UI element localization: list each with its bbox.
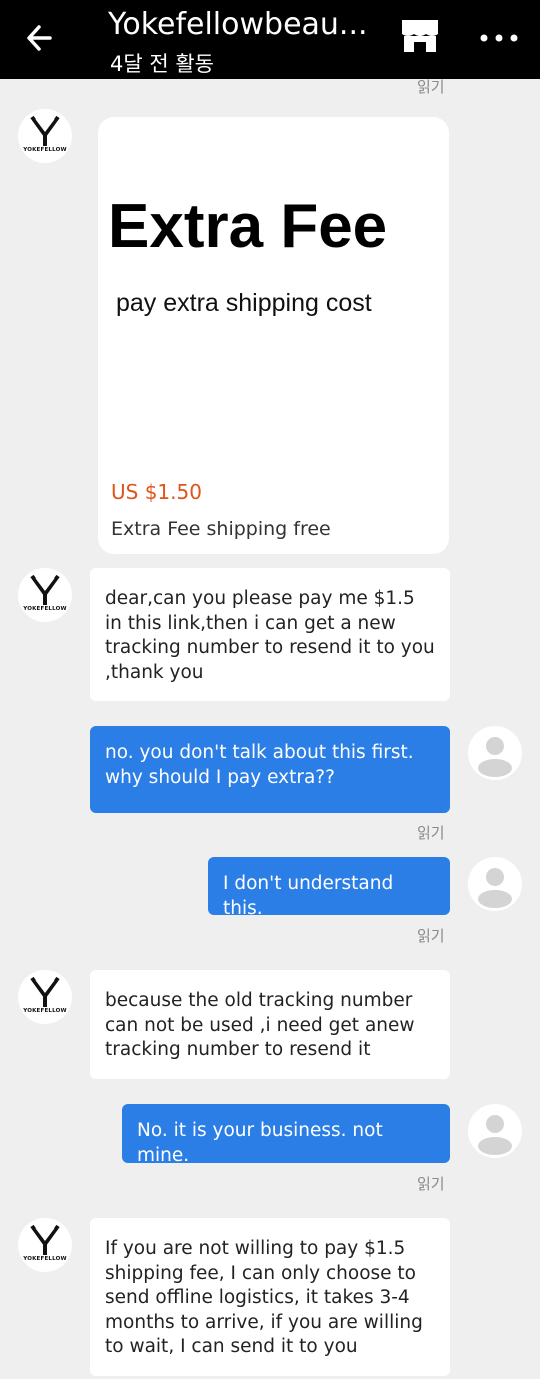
arrow-left-icon [27, 25, 52, 51]
seller-avatar[interactable]: YOKEFELLOW [18, 568, 72, 622]
seller-logo-text: YOKEFELLOW [23, 1256, 67, 1262]
user-avatar[interactable] [468, 857, 522, 911]
user-avatar[interactable] [468, 726, 522, 780]
seller-avatar[interactable]: YOKEFELLOW [18, 970, 72, 1024]
product-card[interactable]: Extra Fee pay extra shipping cost US $1.… [98, 117, 449, 554]
chat-header: Yokefellowbeau... 4달 전 활동 [0, 0, 540, 79]
incoming-message[interactable]: dear,can you please pay me $1.5 in this … [90, 568, 450, 701]
more-horizontal-icon [480, 34, 518, 42]
product-price: US $1.50 [111, 480, 202, 504]
yokefellow-logo-icon [30, 1224, 60, 1255]
chat-title[interactable]: Yokefellowbeau... [108, 6, 383, 44]
store-button[interactable] [398, 16, 442, 56]
yokefellow-logo-icon [30, 976, 60, 1007]
product-name: Extra Fee shipping free [111, 518, 331, 540]
incoming-message[interactable]: If you are not willing to pay $1.5 shipp… [90, 1218, 450, 1376]
outgoing-message[interactable]: no. you don't talk about this first. why… [90, 726, 450, 813]
user-placeholder-icon [478, 737, 512, 777]
seller-logo-text: YOKEFELLOW [23, 1008, 67, 1014]
user-avatar[interactable] [468, 1104, 522, 1158]
seller-logo-text: YOKEFELLOW [23, 606, 67, 612]
read-receipt: 읽기 [417, 824, 445, 842]
seller-logo-text: YOKEFELLOW [23, 147, 67, 153]
product-image-subtitle: pay extra shipping cost [116, 289, 372, 317]
incoming-message[interactable]: because the old tracking number can not … [90, 970, 450, 1079]
yokefellow-logo-icon [30, 115, 60, 146]
more-options-button[interactable] [476, 22, 522, 52]
outgoing-message[interactable]: I don't understand this. [208, 857, 450, 919]
user-placeholder-icon [478, 868, 512, 908]
seller-avatar[interactable]: YOKEFELLOW [18, 109, 72, 163]
back-button[interactable] [22, 20, 62, 56]
read-receipt: 읽기 [417, 78, 445, 96]
seller-avatar[interactable]: YOKEFELLOW [18, 1218, 72, 1272]
outgoing-message[interactable]: No. it is your business. not mine. [122, 1104, 450, 1166]
read-receipt: 읽기 [417, 1175, 445, 1193]
last-active-status: 4달 전 활동 [110, 52, 214, 76]
store-icon [402, 20, 438, 52]
user-placeholder-icon [478, 1115, 512, 1155]
product-image-title: Extra Fee [108, 192, 388, 261]
yokefellow-logo-icon [30, 574, 60, 605]
read-receipt: 읽기 [417, 927, 445, 945]
